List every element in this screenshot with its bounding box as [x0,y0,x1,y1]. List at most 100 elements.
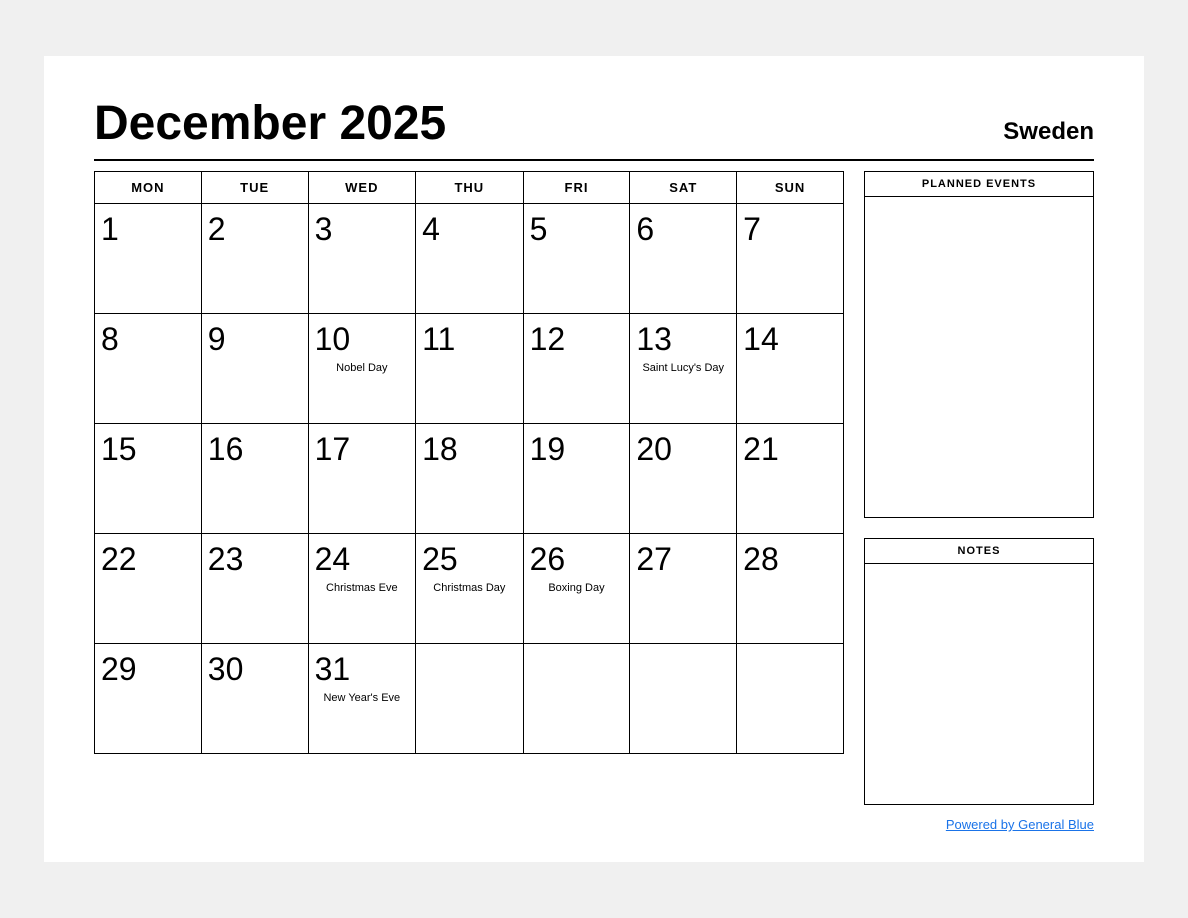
day-number: 16 [208,432,302,467]
weekday-header-thu: THU [416,172,524,204]
day-number: 21 [743,432,837,467]
day-cell-1: 1 [95,204,202,314]
day-cell-30: 30 [201,644,308,754]
weekday-header-tue: TUE [201,172,308,204]
day-number: 2 [208,212,302,247]
notes-body [865,564,1093,804]
day-cell-25: 25 Christmas Day [416,534,524,644]
event-label: Christmas Day [422,581,517,595]
event-label: Saint Lucy's Day [636,361,730,375]
day-cell-16: 16 [201,424,308,534]
weekday-header-row: MONTUEWEDTHUFRISATSUN [95,172,844,204]
day-number: 13 [636,322,730,357]
planned-events-box: PLANNED EVENTS [864,171,1094,518]
day-cell-26: 26 Boxing Day [523,534,630,644]
weekday-header-sun: SUN [737,172,844,204]
day-cell-7: 7 [737,204,844,314]
day-cell-29: 29 [95,644,202,754]
day-cell-19: 19 [523,424,630,534]
day-number: 3 [315,212,410,247]
day-number: 31 [315,652,410,687]
day-cell-22: 22 [95,534,202,644]
day-cell-20: 20 [630,424,737,534]
day-cell-12: 12 [523,314,630,424]
week-row-3: 15 16 17 18 19 20 21 [95,424,844,534]
day-number: 25 [422,542,517,577]
notes-box: NOTES [864,538,1094,805]
event-label: Nobel Day [315,361,410,375]
day-number: 30 [208,652,302,687]
calendar-header: December 2025 Sweden [94,96,1094,161]
day-cell-23: 23 [201,534,308,644]
powered-by-link[interactable]: Powered by General Blue [946,817,1094,832]
day-number: 17 [315,432,410,467]
planned-events-header: PLANNED EVENTS [865,172,1093,197]
day-number: 14 [743,322,837,357]
week-row-5: 29 30 31 New Year's Eve [95,644,844,754]
day-cell-27: 27 [630,534,737,644]
weekday-header-wed: WED [308,172,416,204]
day-cell-14: 14 [737,314,844,424]
main-layout: MONTUEWEDTHUFRISATSUN 12345678910Nobel D… [94,171,1094,805]
day-number: 29 [101,652,195,687]
day-number: 9 [208,322,302,357]
day-cell-6: 6 [630,204,737,314]
day-cell-empty [416,644,524,754]
week-row-1: 1234567 [95,204,844,314]
day-cell-24: 24 Christmas Eve [308,534,416,644]
calendar-page: December 2025 Sweden MONTUEWEDTHUFRISATS… [44,56,1144,862]
event-label: Boxing Day [530,581,624,595]
day-cell-17: 17 [308,424,416,534]
day-number: 4 [422,212,517,247]
weekday-header-mon: MON [95,172,202,204]
calendar-sidebar: PLANNED EVENTS NOTES [864,171,1094,805]
day-number: 28 [743,542,837,577]
day-cell-5: 5 [523,204,630,314]
day-number: 1 [101,212,195,247]
footer: Powered by General Blue [94,817,1094,832]
day-cell-13: 13 Saint Lucy's Day [630,314,737,424]
day-number: 24 [315,542,410,577]
day-number: 6 [636,212,730,247]
week-row-4: 22 23 24 Christmas Eve 25 Christmas Day 26 Boxi… [95,534,844,644]
day-cell-empty [523,644,630,754]
day-number: 19 [530,432,624,467]
day-cell-18: 18 [416,424,524,534]
day-number: 27 [636,542,730,577]
day-cell-3: 3 [308,204,416,314]
event-label: Christmas Eve [315,581,410,595]
event-label: New Year's Eve [315,691,410,705]
day-number: 12 [530,322,624,357]
day-cell-2: 2 [201,204,308,314]
notes-header: NOTES [865,539,1093,564]
calendar-country: Sweden [1003,118,1094,146]
day-number: 7 [743,212,837,247]
day-cell-11: 11 [416,314,524,424]
day-number: 18 [422,432,517,467]
day-cell-empty [737,644,844,754]
day-number: 10 [315,322,410,357]
planned-events-body [865,197,1093,517]
day-number: 11 [422,322,517,357]
day-cell-9: 9 [201,314,308,424]
day-number: 8 [101,322,195,357]
weekday-header-sat: SAT [630,172,737,204]
day-cell-empty [630,644,737,754]
day-cell-8: 8 [95,314,202,424]
calendar-title: December 2025 [94,96,446,151]
day-cell-10: 10 Nobel Day [308,314,416,424]
day-number: 22 [101,542,195,577]
day-cell-28: 28 [737,534,844,644]
day-number: 5 [530,212,624,247]
day-number: 15 [101,432,195,467]
day-cell-21: 21 [737,424,844,534]
day-number: 23 [208,542,302,577]
weekday-header-fri: FRI [523,172,630,204]
week-row-2: 89 10 Nobel Day 11 12 13 Saint Lucy's Day 14 [95,314,844,424]
calendar-table: MONTUEWEDTHUFRISATSUN 12345678910Nobel D… [94,171,844,754]
day-number: 26 [530,542,624,577]
calendar-section: MONTUEWEDTHUFRISATSUN 12345678910Nobel D… [94,171,844,805]
day-number: 20 [636,432,730,467]
day-cell-4: 4 [416,204,524,314]
day-cell-15: 15 [95,424,202,534]
